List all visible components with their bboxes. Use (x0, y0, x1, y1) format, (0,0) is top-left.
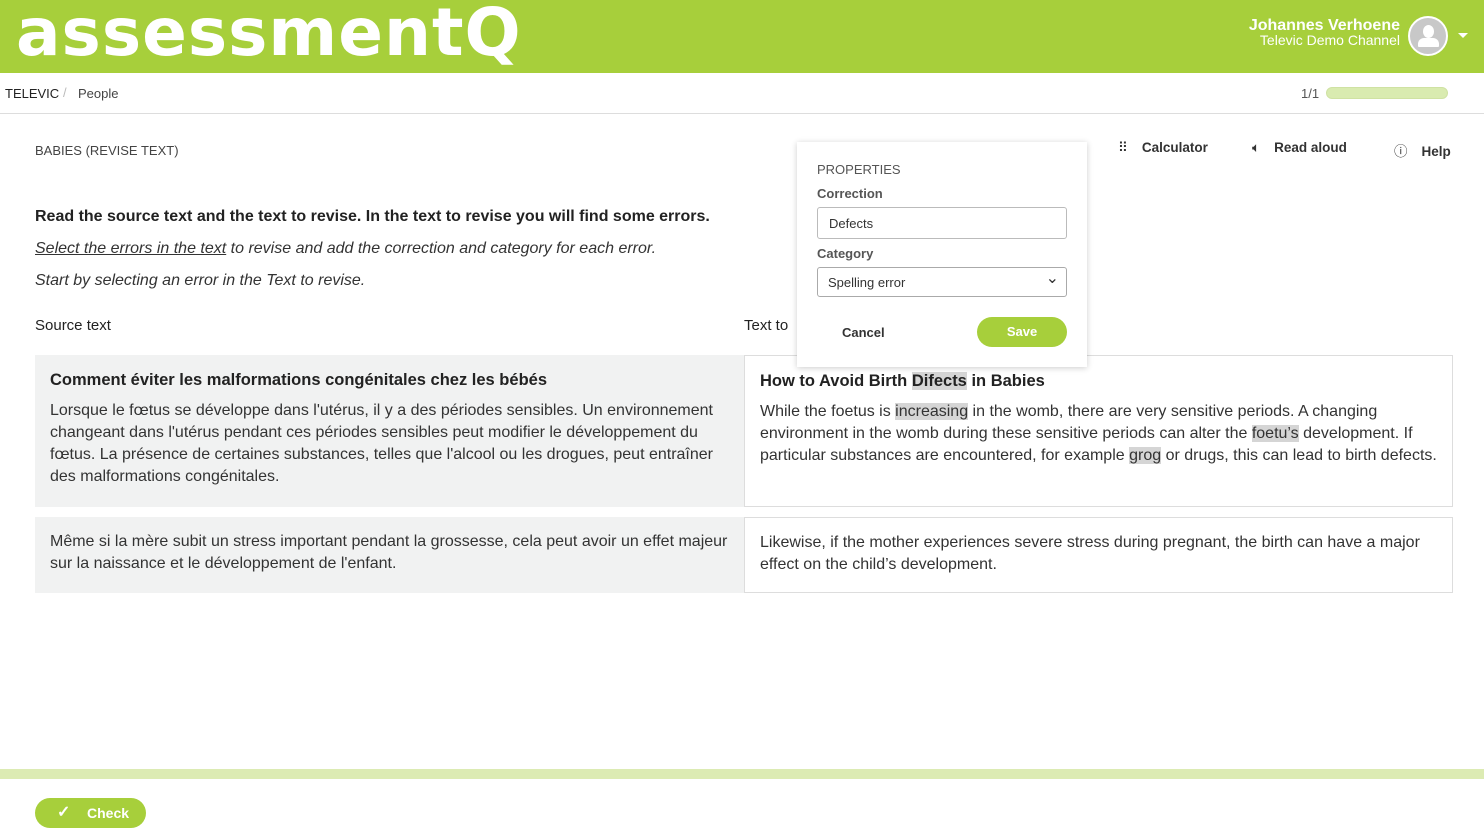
target-text[interactable]: Likewise, if the mother experiences seve… (760, 532, 1437, 576)
breadcrumb-people[interactable]: People (78, 86, 118, 101)
calculator-icon: ⠿ (1118, 140, 1128, 155)
category-label: Category (817, 246, 874, 261)
correction-label: Correction (817, 186, 883, 201)
error-mark[interactable]: foetu’s (1251, 425, 1299, 442)
breadcrumb-separator: / (63, 85, 67, 100)
logo: assessmentQ (16, 0, 522, 71)
source-paragraph-2: Même si la mère subit un stress importan… (35, 517, 744, 593)
source-title: Comment éviter les malformations congéni… (50, 371, 547, 389)
save-button[interactable]: Save (977, 317, 1067, 347)
breadcrumb: TELEVIC / People 1/1 (0, 73, 1484, 114)
target-label: Text to (744, 317, 789, 334)
help-icon: ⓘ (1394, 144, 1408, 159)
target-paragraph-1[interactable]: How to Avoid Birth Difects in Babies Whi… (744, 355, 1453, 507)
read-aloud-label: Read aloud (1274, 140, 1347, 155)
avatar[interactable] (1408, 16, 1448, 56)
help-button[interactable]: ⓘ Help (1394, 140, 1451, 160)
error-mark[interactable]: Difects (911, 372, 967, 390)
calculator-button[interactable]: ⠿ Calculator (1118, 140, 1208, 156)
cancel-button[interactable]: Cancel (842, 325, 885, 340)
text: How to Avoid Birth (760, 372, 912, 390)
user-menu[interactable]: Johannes Verhoene Televic Demo Channel (1249, 18, 1400, 48)
speaker-icon: 🔈︎ (1252, 140, 1261, 155)
help-label: Help (1421, 144, 1451, 159)
text: in Babies (966, 372, 1045, 390)
instruction-main: Read the source text and the text to rev… (35, 208, 710, 225)
text: While the foetus is (760, 403, 896, 420)
instruction-rest: to revise and add the correction and cat… (226, 240, 657, 257)
progress-label: 1/1 (1301, 86, 1320, 101)
properties-popup: PROPERTIES Correction Defects Category S… (797, 142, 1087, 367)
correction-input[interactable]: Defects (817, 207, 1067, 239)
check-button[interactable]: Check (35, 798, 146, 828)
top-bar: assessmentQ Johannes Verhoene Televic De… (0, 0, 1484, 73)
error-mark[interactable]: grog (1129, 447, 1162, 464)
calculator-label: Calculator (1141, 140, 1208, 155)
error-mark[interactable]: increasing (895, 403, 969, 420)
target-title[interactable]: How to Avoid Birth Difects in Babies (760, 370, 1437, 392)
footer-divider (0, 769, 1484, 779)
popup-heading: PROPERTIES (817, 162, 901, 177)
target-paragraph-2[interactable]: Likewise, if the mother experiences seve… (744, 517, 1453, 593)
category-select[interactable]: Spelling error (817, 267, 1067, 297)
instruction-start: Start by selecting an error in the Text … (35, 272, 366, 289)
source-text: Même si la mère subit un stress importan… (50, 533, 728, 572)
chevron-down-icon[interactable] (1458, 33, 1468, 43)
read-aloud-button[interactable]: 🔈︎ Read aloud (1252, 140, 1347, 156)
instructions: Read the source text and the text to rev… (35, 201, 710, 297)
target-text[interactable]: While the foetus is increasing in the wo… (760, 401, 1437, 467)
channel-name: Televic Demo Channel (1259, 32, 1400, 48)
user-name: Johannes Verhoene (1248, 17, 1400, 34)
breadcrumb-televic[interactable]: TELEVIC (5, 86, 59, 101)
progress-bar (1326, 87, 1448, 99)
source-paragraph-1: Comment éviter les malformations congéni… (35, 355, 744, 507)
source-text: Lorsque le fœtus se développe dans l'uté… (50, 402, 713, 485)
question-title: BABIES (REVISE TEXT) (35, 143, 179, 158)
source-label: Source text (35, 317, 111, 334)
text: or drugs, this can lead to birth defects… (1161, 447, 1437, 464)
instruction-link: Select the errors in the text (35, 240, 227, 257)
